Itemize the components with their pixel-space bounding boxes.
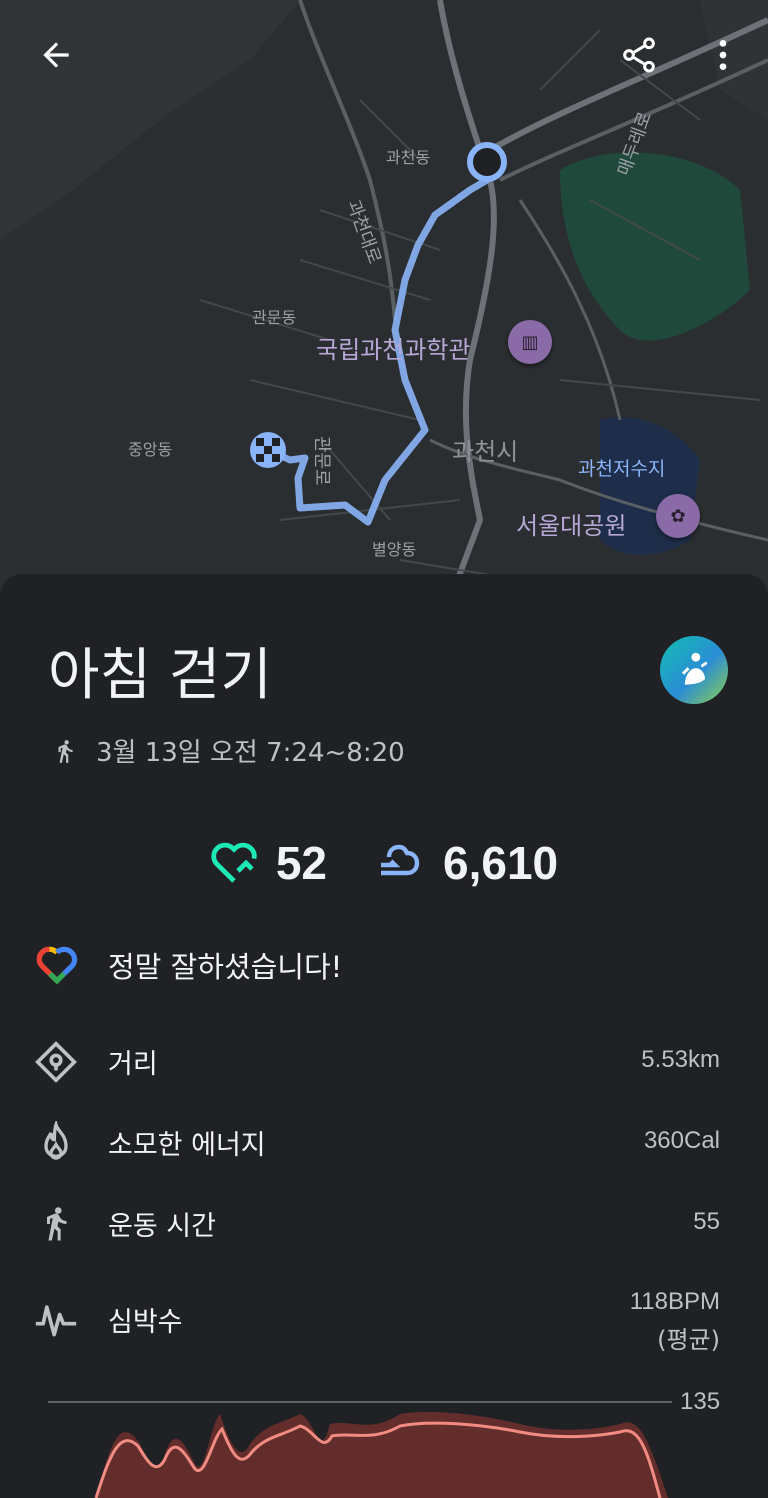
route-map[interactable]: 과천동 과천대로 매두레로 관문동 국립과천과학관 ▥ 중앙동 관문로 과천시 … xyxy=(0,0,768,600)
stat-value-sub: (평균) xyxy=(657,1326,720,1354)
more-options-button[interactable] xyxy=(698,30,748,80)
chart-max-label: 135 xyxy=(680,1388,721,1415)
stat-distance: 거리 5.53km xyxy=(34,1034,720,1094)
stat-label: 운동 시간 xyxy=(108,1211,216,1242)
steps-icon xyxy=(381,844,420,876)
activity-title[interactable]: 아침 걷기 xyxy=(48,630,272,711)
map-label: 별양동 xyxy=(372,540,417,559)
stat-label: 소모한 에너지 xyxy=(108,1130,266,1161)
stat-value: 5.53km xyxy=(641,1046,720,1073)
activity-date-row: 3월 13일 오전 7:24~8:20 xyxy=(52,732,405,769)
summary-row: 52 6,610 xyxy=(0,836,768,890)
stat-value: 118BPM xyxy=(629,1288,720,1315)
heart-rate-icon xyxy=(34,1298,78,1342)
chart-range-band xyxy=(96,1412,668,1498)
map-label: 관문로 xyxy=(311,436,332,486)
google-fit-heart-icon xyxy=(36,946,78,985)
stat-duration: 운동 시간 55 xyxy=(34,1196,720,1256)
heart-points-value: 52 xyxy=(275,837,328,889)
walk-icon xyxy=(58,739,73,763)
map-label: 국립과천과학관 xyxy=(316,336,471,364)
samsung-health-app-icon[interactable] xyxy=(660,636,728,704)
map-label: 과천저수지 xyxy=(578,458,666,480)
arrow-left-icon xyxy=(43,42,69,68)
museum-poi-icon[interactable]: ▥ xyxy=(508,320,552,364)
heart-points-icon xyxy=(211,842,257,883)
runner-icon xyxy=(681,652,708,685)
motivation-row: 정말 잘하셨습니다! xyxy=(36,944,342,986)
stat-label: 거리 xyxy=(108,1049,158,1080)
park-poi-icon[interactable]: ✿ xyxy=(656,494,700,538)
map-label: 과천동 xyxy=(386,148,431,167)
location-pin-icon xyxy=(34,1040,78,1084)
activity-date-time: 3월 13일 오전 7:24~8:20 xyxy=(96,738,405,768)
stat-value: 360Cal xyxy=(643,1127,720,1154)
activity-detail-sheet[interactable]: 아침 걷기 3월 13일 오전 7:24~8:20 52 6,610 정말 잘하… xyxy=(0,574,768,1498)
route-finish-marker xyxy=(250,432,286,468)
stat-heart-rate: 심박수 118BPM (평균) xyxy=(34,1286,720,1372)
flame-icon xyxy=(34,1121,78,1165)
heart-rate-chart[interactable] xyxy=(0,1384,768,1498)
walk-icon xyxy=(34,1202,78,1246)
stat-label: 심박수 xyxy=(108,1307,183,1338)
back-button[interactable] xyxy=(31,30,81,80)
more-vert-icon xyxy=(719,40,727,70)
steps-value: 6,610 xyxy=(443,837,559,889)
map-label: 서울대공원 xyxy=(516,512,627,540)
share-icon xyxy=(623,37,655,73)
map-canvas xyxy=(0,0,768,600)
stat-energy: 소모한 에너지 360Cal xyxy=(34,1115,720,1175)
stat-value: 55 xyxy=(693,1208,720,1235)
map-label: 과천시 xyxy=(452,438,519,466)
map-label: 중앙동 xyxy=(128,440,173,459)
map-label: 관문동 xyxy=(252,308,297,327)
share-button[interactable] xyxy=(614,30,664,80)
motivation-message: 정말 잘하셨습니다! xyxy=(108,950,343,984)
route-start-marker xyxy=(467,142,507,182)
